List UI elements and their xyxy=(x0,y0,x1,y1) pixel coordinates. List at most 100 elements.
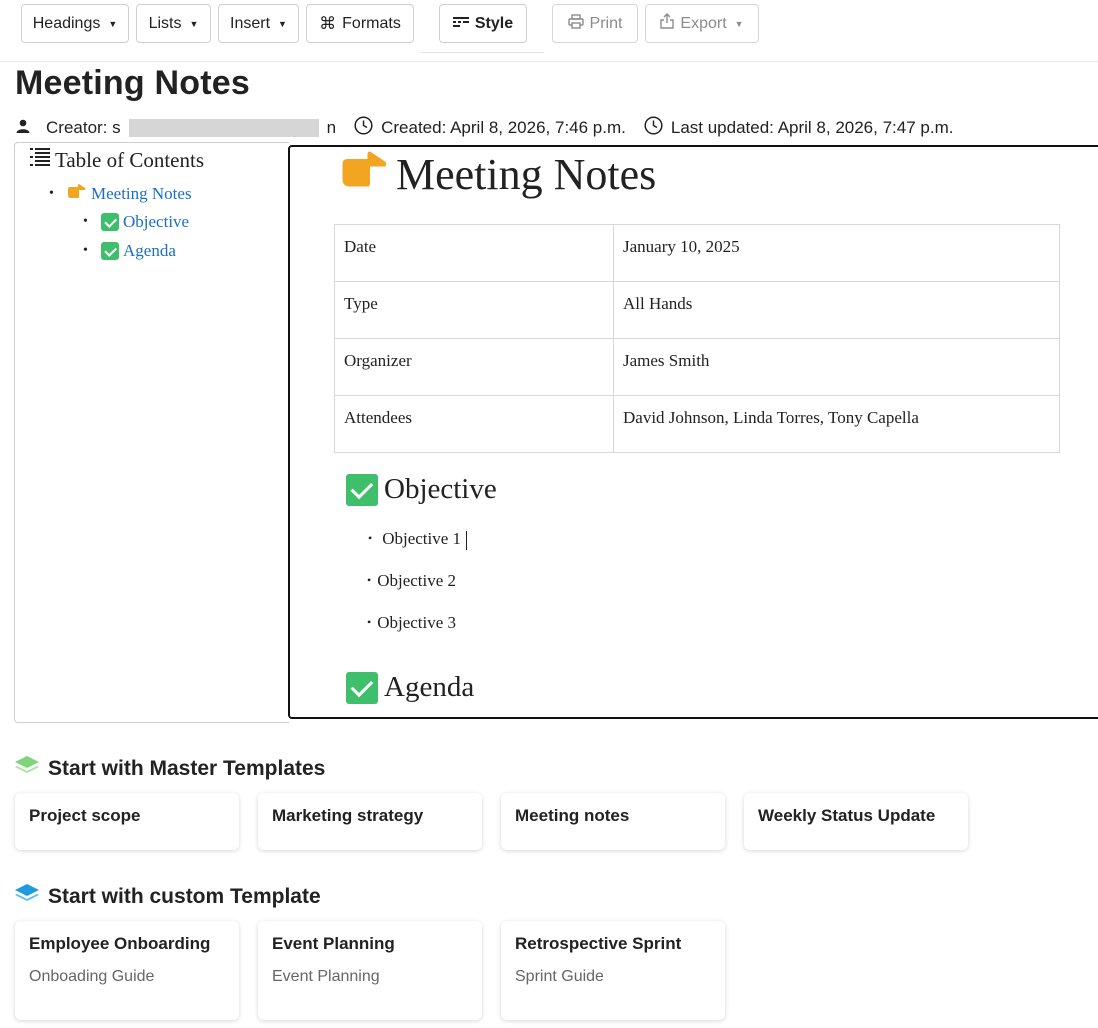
document-editor[interactable]: Meeting Notes Date January 10, 2025 Type… xyxy=(288,145,1098,719)
page-meta: Creator: s n Created: April 8, 2026, 7:46… xyxy=(16,116,971,140)
table-cell-key[interactable]: Type xyxy=(334,281,614,339)
table-row: Type All Hands xyxy=(334,281,1060,339)
table-cell-value[interactable]: James Smith xyxy=(613,338,1060,396)
table-cell-key[interactable]: Organizer xyxy=(334,338,614,396)
agenda-heading[interactable]: Agenda xyxy=(346,671,474,704)
bullet: • xyxy=(367,573,372,587)
style-button[interactable]: Style xyxy=(439,4,527,43)
template-card-meeting-notes[interactable]: Meeting notes xyxy=(501,793,725,850)
template-card-title: Weekly Status Update xyxy=(758,806,936,825)
formats-button[interactable]: ⌘ Formats xyxy=(306,4,414,43)
table-row: Attendees David Johnson, Linda Torres, T… xyxy=(334,395,1060,453)
created-info: Created: April 8, 2026, 7:46 p.m. xyxy=(354,116,626,140)
headings-dropdown[interactable]: Headings ▼ xyxy=(21,4,129,43)
user-icon xyxy=(16,118,30,138)
template-card-marketing-strategy[interactable]: Marketing strategy xyxy=(258,793,482,850)
list-item-text: Objective 3 xyxy=(377,613,457,632)
objective-heading[interactable]: Objective xyxy=(346,473,497,506)
toc-item-agenda[interactable]: Agenda xyxy=(83,241,176,261)
command-icon: ⌘ xyxy=(319,13,337,33)
table-cell-key[interactable]: Date xyxy=(334,224,614,282)
toolbar: Headings ▼ Lists ▼ Insert ▼ ⌘ Formats Style … xyxy=(0,0,1098,62)
check-mark-icon xyxy=(346,671,378,704)
caret-down-icon: ▼ xyxy=(189,18,199,29)
caret-down-icon: ▼ xyxy=(278,18,287,29)
template-card-title: Meeting notes xyxy=(515,806,630,825)
list-item-text: Objective 2 xyxy=(377,571,457,590)
template-card-weekly-status-update[interactable]: Weekly Status Update xyxy=(744,793,968,850)
redacted-creator-name xyxy=(128,119,319,137)
creator-info: Creator: s n xyxy=(16,118,336,138)
table-row: Organizer James Smith xyxy=(334,338,1060,396)
created-text: Created: April 8, 2026, 7:46 p.m. xyxy=(381,118,626,137)
toc-item-objective[interactable]: Objective xyxy=(83,212,190,232)
master-templates-heading-text: Start with Master Templates xyxy=(48,757,326,780)
page-title: Meeting Notes xyxy=(15,64,250,102)
document-title[interactable]: Meeting Notes xyxy=(340,149,656,200)
objective-heading-text: Objective xyxy=(384,473,497,505)
list-item[interactable]: • Objective 2 xyxy=(367,571,456,591)
clock-icon xyxy=(644,116,663,140)
lists-label: Lists xyxy=(148,14,182,32)
toc-item-label: Meeting Notes xyxy=(91,183,192,203)
check-mark-icon xyxy=(101,213,119,231)
style-divider xyxy=(420,52,544,53)
table-cell-key[interactable]: Attendees xyxy=(334,395,614,453)
export-label: Export xyxy=(680,14,727,32)
table-cell-value[interactable]: All Hands xyxy=(613,281,1060,339)
creator-label: Creator: s xyxy=(46,118,121,137)
template-card-title: Event Planning xyxy=(272,934,395,953)
text-cursor xyxy=(466,530,468,550)
toc-heading: Table of Contents xyxy=(29,146,204,174)
toc-item-label: Agenda xyxy=(123,241,176,260)
template-card-subtitle: Event Planning xyxy=(272,968,380,985)
style-label: Style xyxy=(474,14,514,32)
template-card-title: Retrospective Sprint xyxy=(515,934,682,953)
toc-item-label: Objective xyxy=(123,212,190,231)
template-card-subtitle: Onboading Guide xyxy=(29,968,155,985)
template-card-project-scope[interactable]: Project scope xyxy=(15,793,239,850)
share-icon xyxy=(660,13,675,34)
list-item[interactable]: • Objective 3 xyxy=(367,613,456,633)
template-card-employee-onboarding[interactable]: Employee Onboarding Onboading Guide xyxy=(15,921,239,1020)
insert-label: Insert xyxy=(230,14,271,32)
insert-dropdown[interactable]: Insert ▼ xyxy=(218,4,299,43)
caret-down-icon: ▼ xyxy=(734,18,744,29)
toc-heading-text: Table of Contents xyxy=(55,147,204,172)
table-row: Date January 10, 2025 xyxy=(334,224,1060,282)
template-card-title: Marketing strategy xyxy=(272,806,424,825)
template-card-event-planning[interactable]: Event Planning Event Planning xyxy=(258,921,482,1020)
check-mark-icon xyxy=(101,242,119,260)
template-card-subtitle: Sprint Guide xyxy=(515,968,604,985)
style-lines-icon xyxy=(452,15,469,33)
updated-info: Last updated: April 8, 2026, 7:47 p.m. xyxy=(644,116,954,140)
table-cell-value[interactable]: January 10, 2025 xyxy=(613,224,1060,282)
table-cell-value[interactable]: David Johnson, Linda Torres, Tony Capell… xyxy=(613,395,1060,453)
template-card-title: Employee Onboarding xyxy=(29,934,211,953)
document-title-text: Meeting Notes xyxy=(396,150,657,199)
template-card-title: Project scope xyxy=(29,806,141,825)
list-item[interactable]: • Objective 1 xyxy=(368,529,468,550)
formats-label: Formats xyxy=(342,14,401,32)
agenda-heading-text: Agenda xyxy=(384,671,475,703)
layers-icon xyxy=(14,755,40,783)
table-of-contents: Table of Contents Meeting Notes Objectiv… xyxy=(14,142,289,723)
toc-item-meeting-notes[interactable]: Meeting Notes xyxy=(49,183,192,204)
updated-text: Last updated: April 8, 2026, 7:47 p.m. xyxy=(670,118,954,137)
custom-templates-heading-text: Start with custom Template xyxy=(48,885,321,908)
custom-templates-heading: Start with custom Template xyxy=(14,883,321,911)
master-templates-heading: Start with Master Templates xyxy=(14,755,325,783)
template-card-retrospective-sprint[interactable]: Retrospective Sprint Sprint Guide xyxy=(501,921,725,1020)
print-label: Print xyxy=(589,14,623,32)
meeting-info-table: Date January 10, 2025 Type All Hands Org… xyxy=(334,224,1060,453)
export-dropdown[interactable]: Export ▼ xyxy=(645,4,759,43)
caret-down-icon: ▼ xyxy=(108,18,118,29)
layers-icon xyxy=(14,883,40,911)
bullet: • xyxy=(368,531,373,545)
print-button[interactable]: Print xyxy=(552,4,638,43)
headings-label: Headings xyxy=(32,14,101,32)
check-mark-icon xyxy=(346,473,378,506)
lists-dropdown[interactable]: Lists ▼ xyxy=(136,4,211,43)
list-lines-icon xyxy=(29,146,51,174)
pointing-hand-icon xyxy=(67,183,87,204)
